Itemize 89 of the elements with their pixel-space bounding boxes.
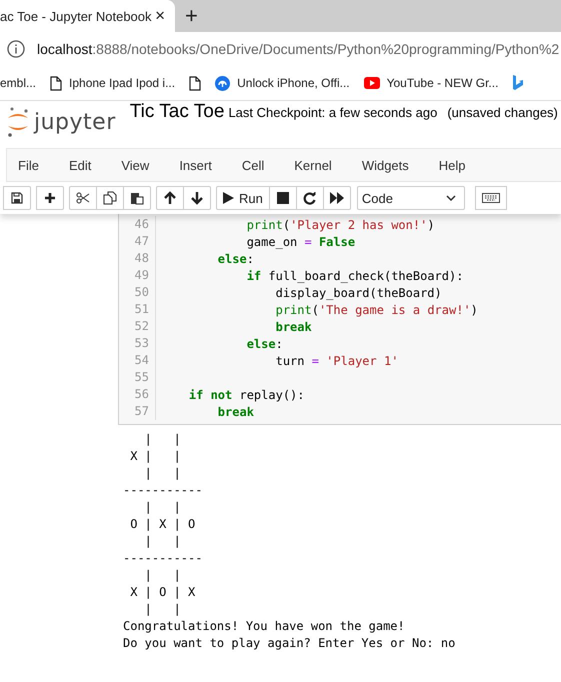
code-line: else: [216,252,254,266]
fastforward-button[interactable] [322,186,351,210]
b-shape-icon[interactable] [512,75,524,91]
line-number: 56 [119,386,156,403]
status-text: (unsaved changes) [447,105,558,120]
menu-item[interactable]: Insert [179,158,212,172]
output-line: | | [144,465,181,482]
checkpoint-text: Last Checkpoint: a few seconds ago [228,105,438,120]
output-line: Congratulations! You have won the game! [123,618,405,635]
code-line: print('Player 2 has won!') [246,218,435,232]
copy-icon [103,191,117,205]
menu-item[interactable]: Widgets [362,158,409,172]
new-tab-button[interactable]: + [175,3,208,29]
play-icon [223,192,234,204]
menu-item[interactable]: Cell [242,158,264,172]
code-line: turn = 'Player 1' [274,354,398,368]
restart-icon [303,192,316,204]
jupyter-logo[interactable]: jupyter [6,107,116,137]
line-number: 53 [119,335,156,352]
menu-item[interactable]: File [18,158,39,172]
line-number: 47 [119,233,156,250]
line-number: 55 [119,369,156,386]
code-line: else: [246,336,283,350]
output-line: | | [144,567,181,584]
code-line: if not replay(): [188,388,304,402]
bookmark[interactable]: embl... [0,76,36,90]
bookmark[interactable]: YouTube - NEW Gr... [386,76,498,90]
browser-tab[interactable]: ac Toe - Jupyter Notebook × [0,0,175,32]
logo-icon [6,107,30,137]
line-number: 48 [119,250,156,267]
paste-icon [130,191,144,205]
cut-button[interactable] [69,186,97,210]
bookmark[interactable]: Iphone Ipad Ipod i... [69,76,176,90]
code-line: break [216,404,254,418]
code-line: break [274,320,312,334]
square-icon [276,192,289,204]
line-number: 51 [119,301,156,318]
add-button[interactable] [36,186,64,210]
menu-item[interactable]: Kernel [294,158,332,172]
output-line: | | [144,499,181,516]
circle-icon[interactable] [215,76,230,90]
code-line: if full_board_check(theBoard): [246,268,464,282]
close-icon[interactable]: × [155,6,165,26]
menu-item[interactable]: Edit [68,158,92,172]
output-line: | | [144,431,181,448]
output-line: | | [144,533,181,550]
restart-button[interactable] [296,186,324,210]
fast-forward-icon [330,192,344,204]
paste-button[interactable] [123,186,151,210]
code-line: game_on = False [246,234,356,248]
keyboard-button[interactable] [474,186,507,210]
address-field[interactable]: localhost:8888/notebooks/OneDrive/Documents/Python%20programming/Python%2 [37,41,560,57]
output-line: O | X | O [129,516,196,533]
code-line: display_board(theBoard) [274,286,442,300]
stop-button[interactable] [268,186,297,210]
scissors-icon [76,192,90,204]
bookmark[interactable]: Unlock iPhone, Offi... [237,76,350,90]
line-number: 50 [119,284,156,301]
code-line: print('The game is a draw!') [274,302,478,316]
page-icon[interactable] [50,76,62,90]
copy-button[interactable] [96,186,124,210]
menu-item[interactable]: View [121,158,150,172]
notebook-title[interactable]: Tic Tac Toe [130,101,224,123]
output-line: X | | [129,448,181,465]
output-line: ----------- [123,482,202,499]
info-icon[interactable] [7,40,25,58]
line-number: 57 [119,403,156,420]
output-line: Do you want to play again? Enter Yes or No: no [123,635,456,652]
down-button[interactable] [183,186,211,210]
line-number: 49 [119,267,156,284]
up-arrow-icon [164,191,176,205]
run-button[interactable]: Run [216,186,270,210]
keyboard-icon [482,193,500,203]
plus-icon [44,192,56,204]
up-button[interactable] [156,186,184,210]
tab-title: ac Toe - Jupyter Notebook [0,8,152,24]
line-number: 52 [119,318,156,335]
page-icon[interactable] [189,76,202,90]
play-icon[interactable] [364,77,380,89]
line-number: 54 [119,352,156,369]
save-button[interactable] [3,186,31,210]
down-arrow-icon [191,191,203,205]
menu-item[interactable]: Help [438,158,466,172]
output-line: X | O | X [129,584,196,601]
cell-type-select[interactable]: Code [356,186,465,210]
line-number: 46 [119,216,156,233]
output-line: ----------- [123,550,202,567]
chevron-icon [446,195,456,201]
output-line: | | [144,601,181,618]
